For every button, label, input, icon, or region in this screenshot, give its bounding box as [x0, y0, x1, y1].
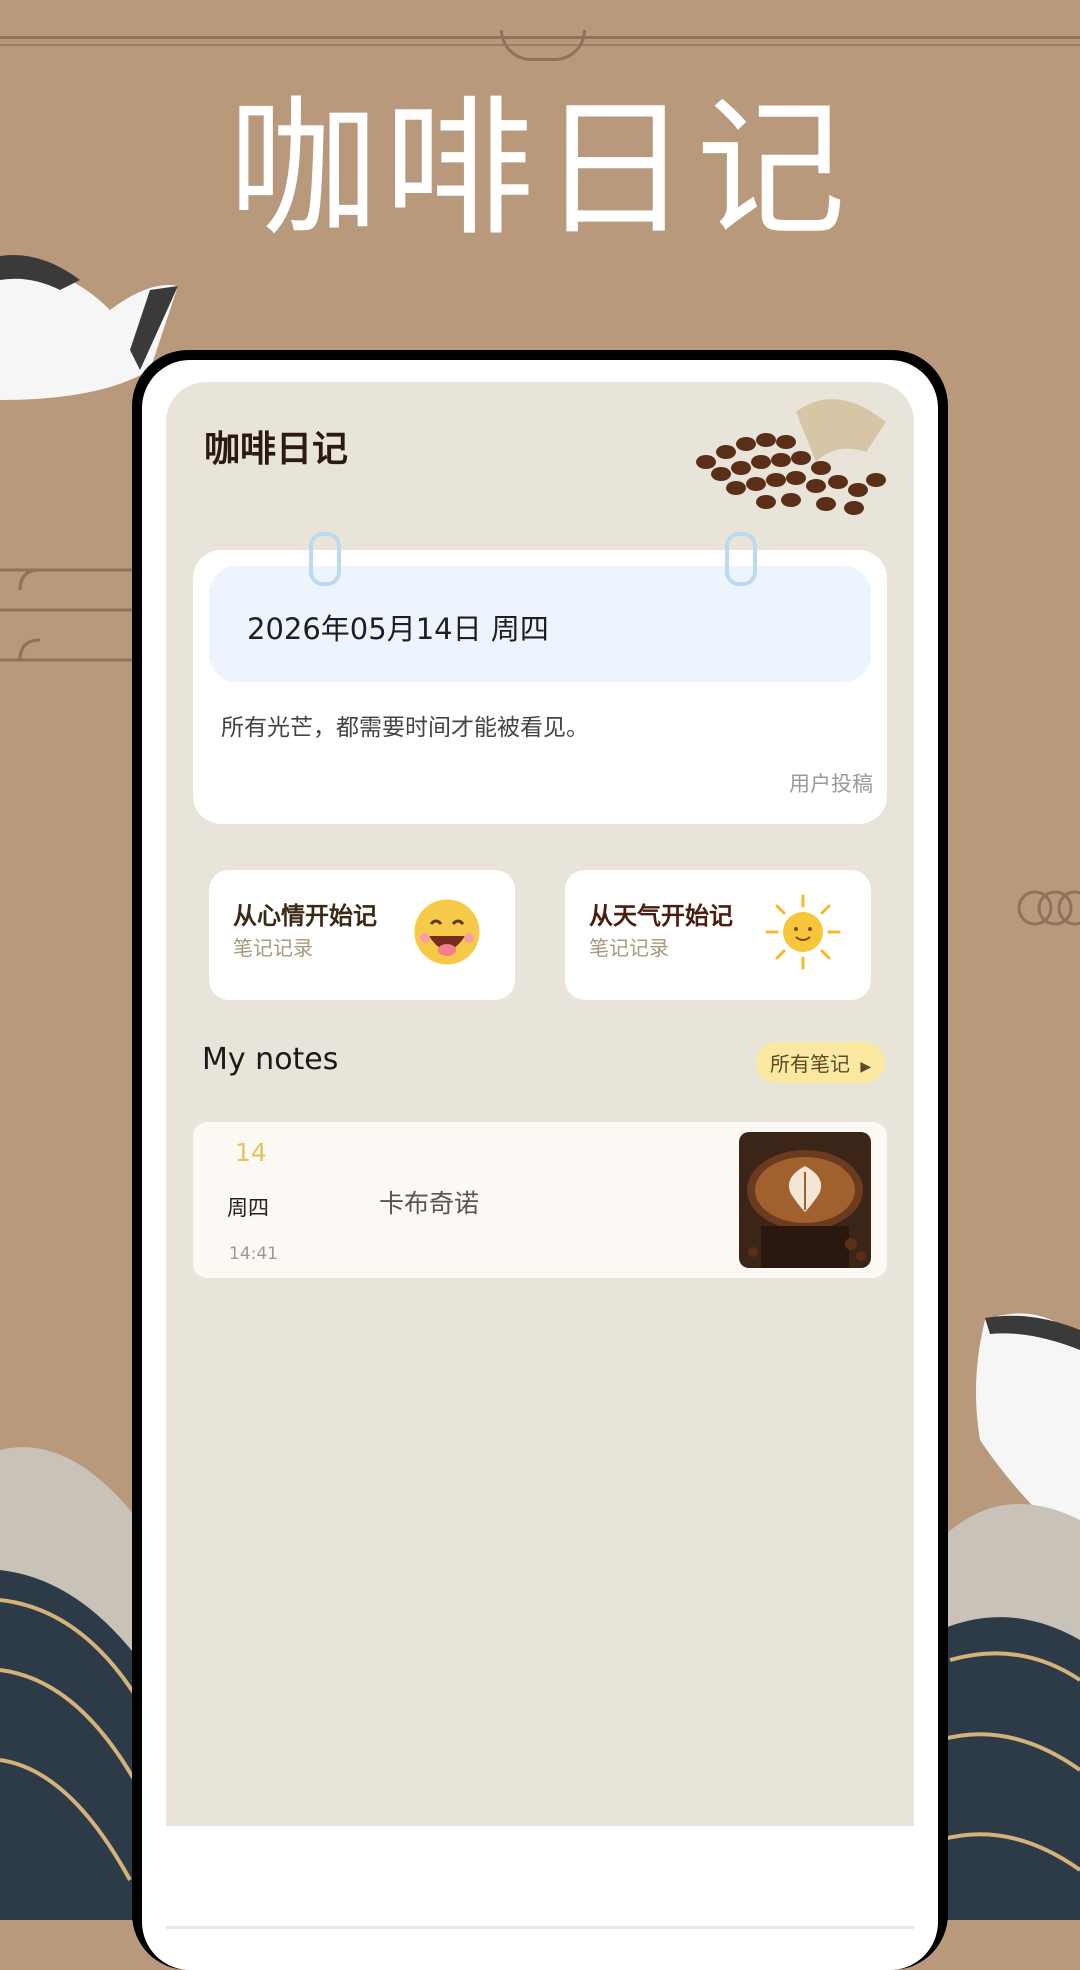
- play-arrow-icon: ▶: [860, 1059, 872, 1075]
- binder-ring-icon: [725, 532, 757, 586]
- phone-screen: 咖啡日记 2026年05月14日 周四 所有光芒，都需要时间才能被看见。 用户投…: [142, 360, 938, 1970]
- mood-entry-title: 从心情开始记: [233, 902, 377, 930]
- note-list-item[interactable]: 14 周四 14:41 卡布奇诺: [193, 1122, 887, 1278]
- coffee-beans-icon: [696, 399, 886, 515]
- app-title: 咖啡日记: [204, 429, 349, 470]
- promo-title: 咖啡日记: [227, 83, 852, 257]
- date-banner: 2026年05月14日 周四: [209, 566, 871, 682]
- weather-entry-subtitle: 笔记记录: [589, 936, 669, 960]
- cloud-ornament: [0, 568, 135, 662]
- sun-icon: [765, 894, 841, 970]
- smiling-face-icon: [411, 896, 483, 968]
- note-day: 14: [235, 1138, 267, 1167]
- all-notes-button[interactable]: 所有笔记 ▶: [756, 1042, 886, 1083]
- mountain-illustration: [940, 1504, 1080, 1920]
- weather-entry-button[interactable]: 从天气开始记 笔记记录: [565, 870, 871, 1000]
- cloud-ornament: [1017, 890, 1080, 926]
- phone-frame: 咖啡日记 2026年05月14日 周四 所有光芒，都需要时间才能被看见。 用户投…: [132, 350, 948, 1970]
- all-notes-label: 所有笔记: [770, 1052, 850, 1076]
- bottom-divider: [166, 1926, 914, 1929]
- current-date: 2026年05月14日 周四: [247, 612, 549, 646]
- decorative-ornament: [500, 30, 586, 61]
- app-screen: 咖啡日记 2026年05月14日 周四 所有光芒，都需要时间才能被看见。 用户投…: [166, 382, 914, 1826]
- note-title: 卡布奇诺: [379, 1189, 480, 1218]
- mood-entry-button[interactable]: 从心情开始记 笔记记录: [209, 870, 515, 1000]
- weather-entry-title: 从天气开始记: [589, 902, 733, 930]
- notes-heading: My notes: [202, 1042, 339, 1077]
- latte-art-image: [739, 1132, 871, 1268]
- note-time: 14:41: [229, 1244, 278, 1264]
- binder-ring-icon: [309, 532, 341, 586]
- mood-entry-subtitle: 笔记记录: [233, 936, 313, 960]
- daily-quote: 所有光芒，都需要时间才能被看见。: [221, 715, 589, 741]
- note-weekday: 周四: [227, 1196, 269, 1220]
- quote-source: 用户投稿: [789, 772, 873, 796]
- daily-quote-card[interactable]: 2026年05月14日 周四 所有光芒，都需要时间才能被看见。 用户投稿: [193, 532, 887, 824]
